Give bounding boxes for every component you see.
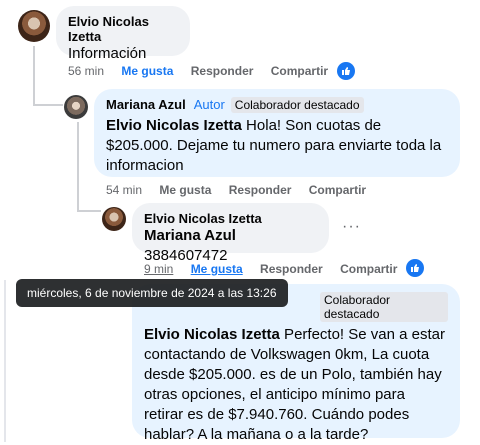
more-options-icon[interactable]: ··· [342, 218, 361, 236]
avatar[interactable] [102, 207, 126, 231]
mention-link[interactable]: Elvio Nicolas Izetta [106, 117, 242, 134]
status-badge: Colaborador destacado [320, 292, 448, 322]
comment-author[interactable]: Mariana Azul [106, 97, 186, 112]
comment-text: Elvio Nicolas Izetta Perfecto! Se van a … [144, 325, 448, 445]
like-button[interactable]: Me gusta [159, 183, 211, 197]
thread-line [77, 122, 79, 212]
reply-button[interactable]: Responder [260, 262, 323, 276]
reply-button[interactable]: Responder [191, 64, 254, 78]
comment-actions: 9 min Me gusta Responder Compartir [144, 262, 411, 276]
comment-actions: 54 min Me gusta Responder Compartir [106, 183, 380, 197]
reply-button[interactable]: Responder [229, 183, 292, 197]
share-button[interactable]: Compartir [271, 64, 328, 78]
comment-bubble: Mariana Azul Autor Colaborador destacado E… [94, 89, 460, 177]
comment-time[interactable]: 9 min [144, 262, 173, 276]
comment-time[interactable]: 56 min [68, 64, 104, 78]
comment-actions: 56 min Me gusta Responder Compartir [68, 64, 342, 78]
like-button[interactable]: Me gusta [121, 64, 173, 78]
comment-time[interactable]: 54 min [106, 183, 142, 197]
comment-bubble: Elvio Nicolas Izetta Mariana Azul 388460… [132, 203, 329, 264]
comment-bubble: Colaborador destacado Elvio Nicolas Izet… [132, 284, 460, 443]
like-thumb-icon[interactable] [337, 62, 355, 80]
timestamp-tooltip: miércoles, 6 de noviembre de 2024 a las … [16, 279, 288, 307]
thread-line [4, 280, 6, 442]
thread-line [77, 210, 101, 212]
comment-author[interactable]: Elvio Nicolas Izetta [68, 14, 178, 44]
comment-author[interactable]: Elvio Nicolas Izetta [144, 211, 317, 226]
author-role-label: Autor [193, 97, 225, 112]
status-badge: Colaborador destacado [230, 97, 364, 113]
comment-body: Perfecto! Se van a estar contactando de … [144, 326, 445, 443]
comment-bubble: Elvio Nicolas Izetta Información [56, 6, 190, 62]
comment-text: Mariana Azul 3884607472 [144, 226, 317, 266]
mention-link[interactable]: Elvio Nicolas Izetta [144, 326, 280, 343]
share-button[interactable]: Compartir [309, 183, 366, 197]
comment-text: Elvio Nicolas Izetta Hola! Son cuotas de… [106, 116, 448, 176]
mention-link[interactable]: Mariana Azul [144, 227, 236, 244]
share-button[interactable]: Compartir [340, 262, 397, 276]
like-thumb-icon[interactable] [406, 259, 424, 277]
thread-line [33, 46, 35, 106]
comment-text: Información [68, 45, 147, 62]
avatar[interactable] [18, 10, 50, 42]
thread-line [33, 104, 63, 106]
like-button[interactable]: Me gusta [191, 262, 243, 276]
avatar[interactable] [64, 95, 88, 119]
